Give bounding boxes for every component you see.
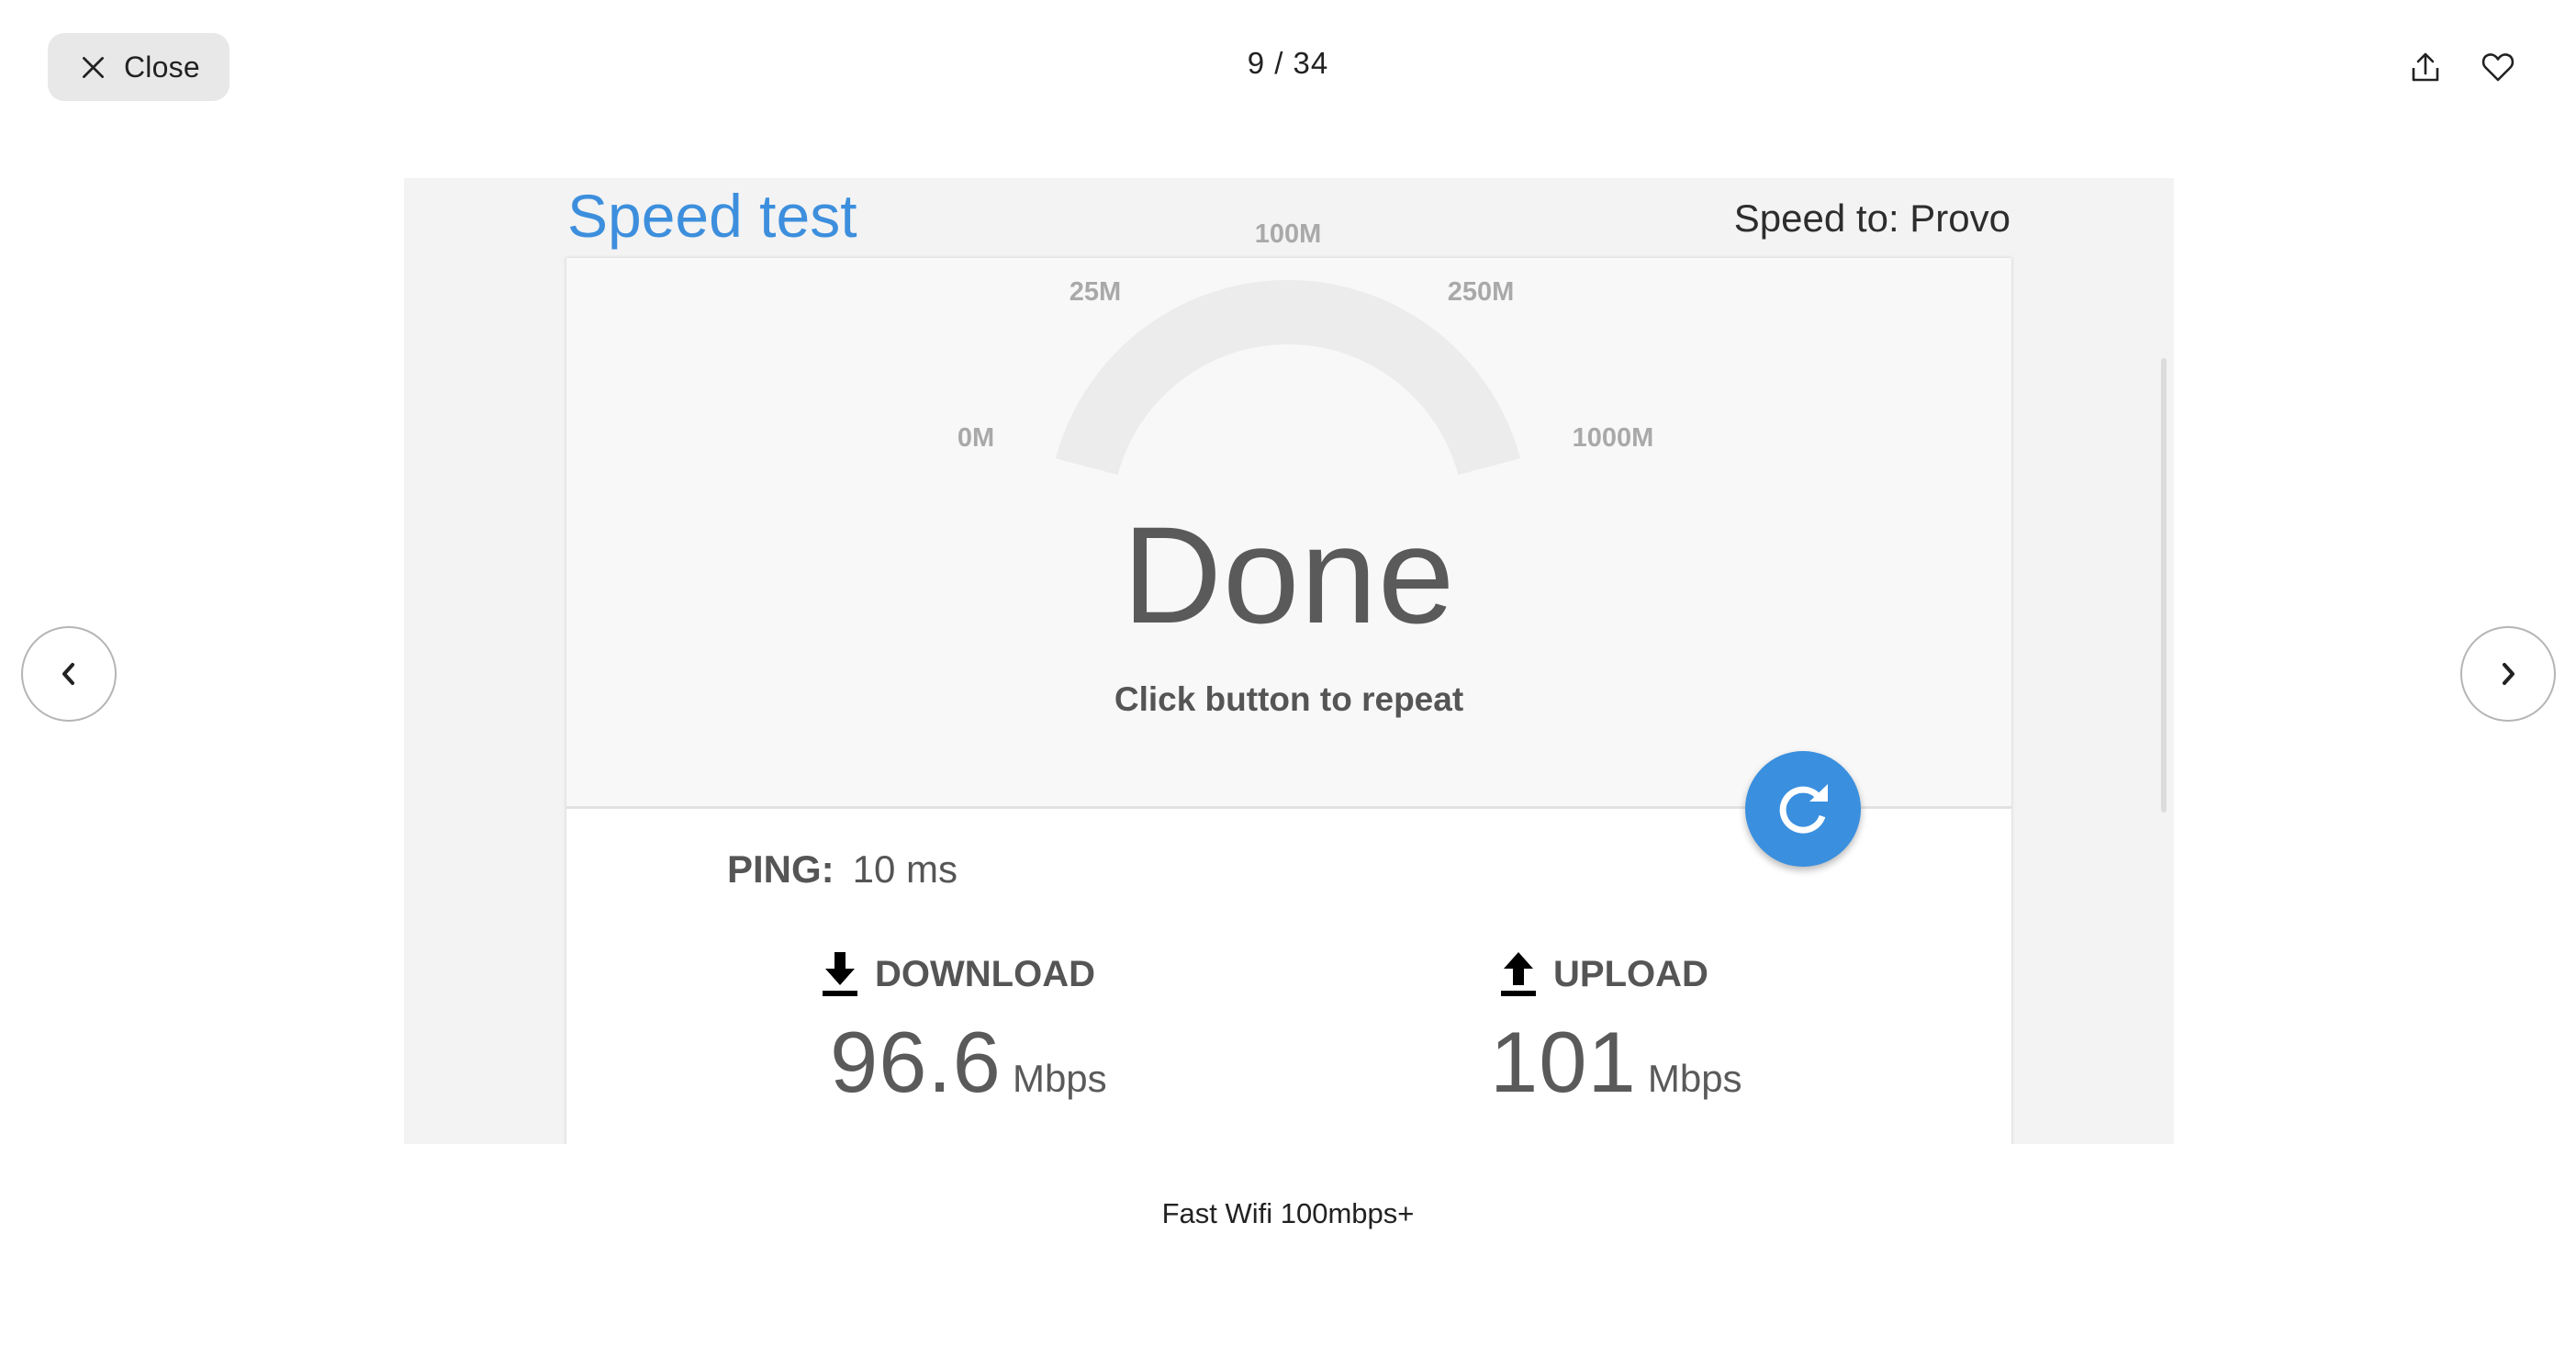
- save-favorite-button[interactable]: [2470, 39, 2526, 95]
- ping-value: 10 ms: [852, 847, 958, 891]
- download-unit: Mbps: [1012, 1057, 1107, 1100]
- upload-label: UPLOAD: [1553, 953, 1708, 994]
- upload-value: 101: [1490, 1014, 1637, 1110]
- speed-test-title: Speed test: [567, 182, 857, 250]
- gauge-label-250m: 250M: [1447, 277, 1515, 307]
- gauge-label-1000m: 1000M: [1572, 423, 1654, 453]
- gauge-panel: 0M 25M 100M 250M 1000M Done Click button…: [566, 219, 2011, 809]
- speed-test-card: 0M 25M 100M 250M 1000M Done Click button…: [566, 219, 2011, 1144]
- photo-caption: Fast Wifi 100mbps+: [1161, 1197, 1415, 1229]
- upload-icon: [1501, 952, 1536, 996]
- photo-counter: 9 / 34: [1247, 46, 1329, 80]
- share-button[interactable]: [2398, 39, 2453, 95]
- download-icon: [823, 952, 857, 996]
- chevron-left-icon: [62, 663, 74, 685]
- gauge-track: [1055, 280, 1521, 476]
- page-scrollbar: [2161, 358, 2167, 813]
- heart-icon: [2481, 53, 2514, 82]
- download-label: DOWNLOAD: [875, 953, 1095, 994]
- repeat-test-button[interactable]: [1745, 751, 1861, 867]
- next-photo-button[interactable]: [2460, 626, 2556, 722]
- upload-result: 101 Mbps: [1490, 1013, 1742, 1112]
- upload-unit: Mbps: [1647, 1057, 1742, 1100]
- chevron-right-icon: [2503, 663, 2514, 685]
- download-header: DOWNLOAD: [822, 950, 1095, 998]
- ping-label: PING:: [727, 847, 834, 891]
- download-value: 96.6: [830, 1014, 1002, 1110]
- listing-photo: Speed test Speed to: Provo 0M 25M 100M 2…: [404, 178, 2174, 1144]
- test-status: Done: [1122, 498, 1456, 652]
- ping-result: PING: 10 ms: [727, 847, 958, 892]
- refresh-icon: [1779, 784, 1828, 834]
- share-icon: [2412, 52, 2439, 82]
- gauge-label-25m: 25M: [1069, 277, 1122, 307]
- repeat-hint: Click button to repeat: [1114, 680, 1464, 718]
- previous-photo-button[interactable]: [21, 626, 117, 722]
- download-result: 96.6 Mbps: [830, 1013, 1107, 1112]
- gauge-label-0m: 0M: [957, 423, 995, 453]
- gauge-label-100m: 100M: [1254, 219, 1322, 249]
- upload-header: UPLOAD: [1500, 950, 1708, 998]
- speed-to-server: Speed to: Provo: [1733, 196, 2010, 240]
